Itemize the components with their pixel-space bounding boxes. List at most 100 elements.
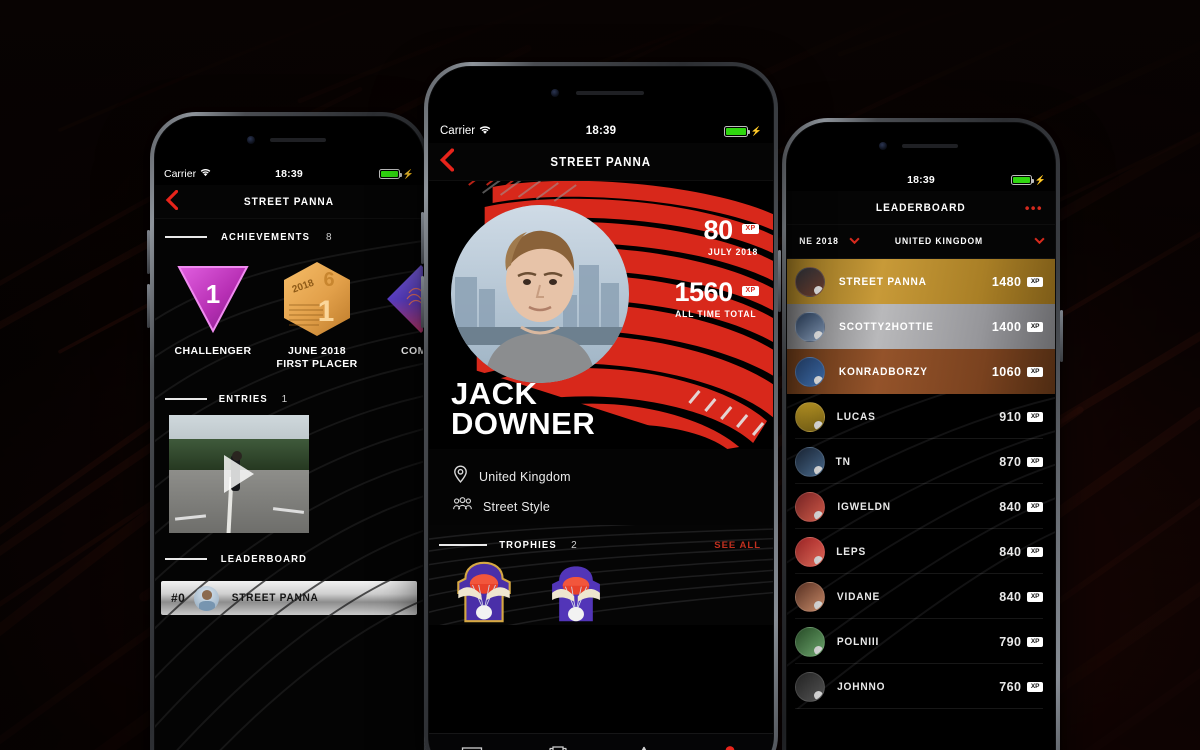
avatar-flag-icon [814, 285, 823, 295]
more-dots-icon[interactable]: ••• [1025, 200, 1043, 215]
player-xp-value: 840 [999, 544, 1022, 559]
volume-down-button[interactable] [421, 276, 424, 328]
achievement-name: JUNE 2018 FIRST PLACER [276, 345, 358, 371]
volume-up-button[interactable] [421, 212, 424, 264]
xp-badge: XP [1027, 501, 1043, 512]
achievement-card-challenger[interactable]: 1 CHALLENGER [169, 257, 257, 371]
bolt-icon: ⚡ [402, 168, 414, 179]
xp-badge: XP [1027, 546, 1043, 557]
entry-video-thumbnail[interactable] [169, 415, 309, 534]
center-phone-bezel [429, 67, 773, 119]
profile-meta: United Kingdom Street Style [429, 449, 773, 516]
leaderboard-row[interactable]: LUCAS 910 XP [787, 394, 1055, 439]
tab-profile[interactable] [687, 745, 773, 750]
volume-down-button[interactable] [147, 284, 150, 328]
player-avatar [795, 671, 825, 702]
entries-label: ENTRIES [218, 393, 268, 406]
player-xp-value: 870 [999, 454, 1022, 469]
see-all-link[interactable]: SEE ALL [714, 540, 761, 551]
player-name: STREET PANNA [838, 275, 927, 288]
leaderboard-row[interactable]: JOHNNO 760 XP [787, 664, 1055, 709]
phone-center-device: Carrier 18:39 ⚡ STREET PANNA 80 XP JULY … [421, 62, 781, 750]
profile-photo[interactable] [451, 205, 629, 383]
trophy-badge-purple[interactable] [543, 561, 609, 623]
chevron-left-icon[interactable] [439, 147, 455, 175]
left-phone-screen: Carrier 18:39 ⚡ STREET PANNA ACHIEVEMENT… [155, 163, 423, 750]
meta-location-row: United Kingdom [453, 465, 773, 488]
bolt-icon: ⚡ [1034, 174, 1046, 185]
location-pin-icon [453, 465, 468, 488]
leaderboard-row[interactable]: STREET PANNA 1480 XP [787, 259, 1055, 304]
player-xp-value: 760 [999, 679, 1022, 694]
player-xp-group: 840 XP [999, 590, 1043, 604]
tab-trophy[interactable] [515, 745, 601, 750]
left-status-bar: Carrier 18:39 ⚡ [155, 163, 423, 185]
right-phone-bezel [787, 123, 1055, 169]
achievement-card-june-2018[interactable]: 2018 6 1 JUNE 2018 FIRST PLACER [273, 257, 361, 371]
leaderboard-self-row[interactable]: #0 STREET PANNA [161, 581, 417, 616]
monthly-xp-block: 80 XP JULY 2018 [704, 217, 759, 257]
player-name: POLNIII [836, 635, 880, 648]
leaderboard-row[interactable]: SCOTTY2HOTTIE 1400 XP [787, 304, 1055, 349]
avatar-icon [194, 585, 220, 611]
tab-feed[interactable] [429, 746, 515, 750]
leaderboard-row[interactable]: KONRADBORZY 1060 XP [787, 349, 1055, 394]
center-phone-screen: Carrier 18:39 ⚡ STREET PANNA 80 XP JULY … [429, 119, 773, 750]
screenshot-stage: Carrier 18:39 ⚡ STREET PANNA ACHIEVEMENT… [0, 0, 1200, 750]
filter-country[interactable]: UNITED KINGDOM [890, 236, 1045, 247]
achievement-card-compl[interactable]: COMPL [377, 257, 423, 371]
leaderboard-section-header: LEADERBOARD [155, 533, 423, 575]
leaderboard-row[interactable]: LEPS 840 XP [787, 529, 1055, 574]
power-button[interactable] [1060, 310, 1063, 362]
battery-icon [723, 125, 750, 137]
player-xp-group: 840 XP [999, 500, 1043, 514]
player-xp-value: 790 [999, 634, 1022, 649]
leaderboard-row[interactable]: POLNIII 790 XP [787, 619, 1055, 664]
player-xp-value: 1480 [991, 274, 1022, 289]
leaderboard-list[interactable]: STREET PANNA 1480 XP SCOTTY2HOTTIE 1400 XP KON… [787, 259, 1055, 709]
phone-right-device: 18:39 ⚡ LEADERBOARD ••• NE 2018 UNITED K… [782, 118, 1063, 750]
player-avatar [795, 536, 825, 567]
player-name: LUCAS [836, 410, 876, 423]
player-xp-group: 1480 XP [992, 275, 1043, 289]
player-name: VIDANE [836, 590, 881, 603]
right-phone-screen: 18:39 ⚡ LEADERBOARD ••• NE 2018 UNITED K… [787, 169, 1055, 750]
center-nav-bar: STREET PANNA [429, 143, 773, 181]
player-name: TN [835, 455, 851, 468]
carrier-label: Carrier [164, 168, 197, 180]
player-xp-value: 910 [999, 409, 1022, 424]
leaderboard-row[interactable]: TN 870 XP [787, 439, 1055, 484]
entries-count: 1 [281, 393, 288, 405]
front-camera-icon [247, 136, 255, 144]
chevron-left-icon[interactable] [165, 188, 179, 214]
player-xp-group: 870 XP [999, 455, 1043, 469]
center-tab-bar [429, 733, 773, 750]
monthly-xp-value: 80 [703, 215, 734, 245]
front-camera-icon [551, 89, 559, 97]
player-avatar [795, 491, 825, 522]
filter-month[interactable]: NE 2018 [797, 236, 860, 247]
player-avatar [795, 581, 825, 612]
leaderboard-row[interactable]: VIDANE 840 XP [787, 574, 1055, 619]
chevron-down-icon [849, 237, 860, 246]
svg-text:1: 1 [318, 295, 335, 328]
trophies-section-header: TROPHIES 2 SEE ALL [429, 525, 773, 557]
tab-ball[interactable] [601, 745, 687, 750]
profile-hero: 80 XP JULY 2018 1560 XP ALL TIME TOTAL J… [429, 181, 773, 449]
left-nav-bar: STREET PANNA [155, 185, 423, 219]
trophy-badge-gold-frame[interactable] [451, 561, 517, 623]
center-status-bar: Carrier 18:39 ⚡ [429, 119, 773, 143]
monthly-xp-label: JULY 2018 [707, 247, 758, 257]
achievement-name: CHALLENGER [174, 345, 252, 357]
right-status-bar: 18:39 ⚡ [787, 169, 1055, 191]
status-time: 18:39 [907, 174, 935, 186]
play-icon[interactable] [224, 455, 254, 494]
leaderboard-row[interactable]: IGWELDN 840 XP [787, 484, 1055, 529]
power-button[interactable] [778, 250, 781, 312]
player-name: IGWELDN [837, 500, 891, 513]
player-name: KONRADBORZY [838, 365, 928, 378]
volume-up-button[interactable] [147, 230, 150, 274]
hexagon-badge-icon: 2018 6 1 [273, 257, 361, 341]
wifi-icon [200, 168, 211, 180]
player-avatar [795, 356, 825, 387]
